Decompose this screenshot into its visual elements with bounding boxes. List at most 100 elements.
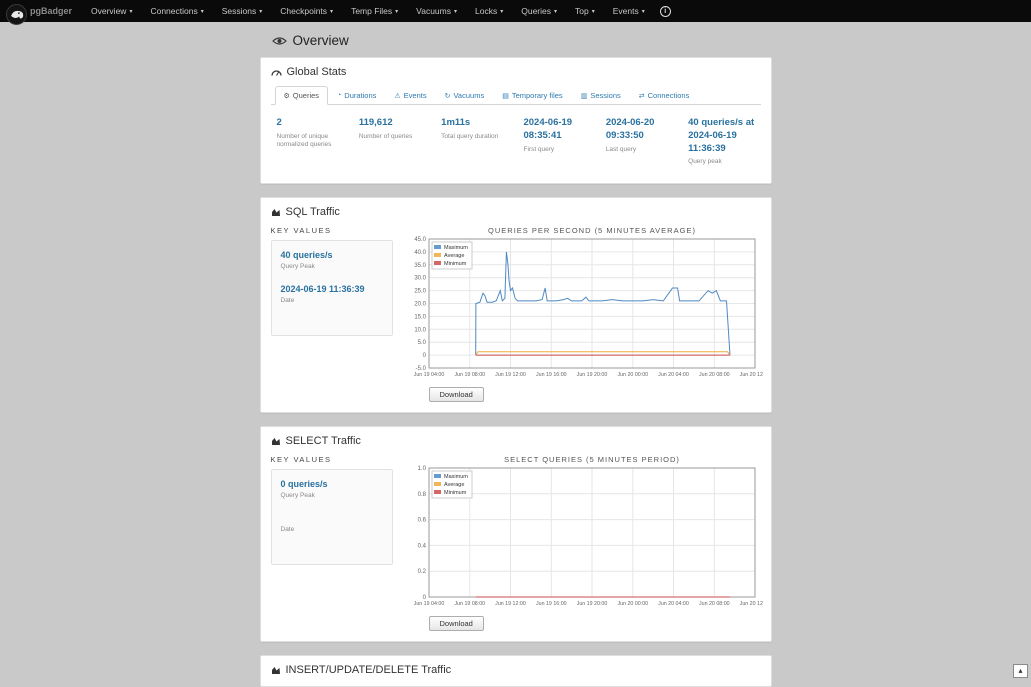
- nav-item-events[interactable]: Events ▾: [604, 0, 654, 22]
- chevron-down-icon: ▾: [201, 8, 204, 15]
- panel-select-traffic: SELECT Traffic KEY VALUES 0 queries/s Qu…: [260, 426, 772, 642]
- area-chart-icon: [271, 207, 281, 217]
- nav-item-label: Temp Files: [351, 6, 392, 16]
- nav-item-connections[interactable]: Connections ▾: [141, 0, 212, 22]
- panel-title: SELECT Traffic: [286, 435, 361, 447]
- tab-sessions[interactable]: ▥ Sessions: [572, 86, 630, 105]
- nav-item-locks[interactable]: Locks ▾: [466, 0, 512, 22]
- info-icon[interactable]: i: [660, 6, 671, 17]
- tab-label: Connections: [648, 91, 690, 100]
- stat-number-of-queries: 119,612 Number of queries: [359, 117, 427, 167]
- nav-item-queries[interactable]: Queries ▾: [512, 0, 566, 22]
- stat-label: First query: [523, 146, 591, 154]
- tab-label: Sessions: [590, 91, 620, 100]
- svg-text:Jun 19 12:00: Jun 19 12:00: [495, 601, 526, 607]
- svg-text:Maximum: Maximum: [444, 474, 468, 480]
- eye-icon: [272, 36, 287, 46]
- tab-connections[interactable]: ⇄ Connections: [630, 86, 699, 105]
- brand-link[interactable]: pgBadger: [6, 0, 72, 25]
- stat-value: 40 queries/s at 2024-06-19 11:36:39: [688, 117, 756, 155]
- svg-text:Jun 19 20:00: Jun 19 20:00: [576, 372, 607, 378]
- chevron-down-icon: ▾: [330, 8, 333, 15]
- sql-traffic-key-values: KEY VALUES 40 queries/s Query Peak 2024-…: [271, 224, 393, 402]
- tab-queries[interactable]: ⚙ Queries: [275, 86, 329, 105]
- kv-label-date: Date: [281, 526, 383, 533]
- panel-title: INSERT/UPDATE/DELETE Traffic: [286, 664, 452, 676]
- page-title: Overview: [272, 33, 772, 48]
- select-traffic-body: KEY VALUES 0 queries/s Query Peak Date S…: [271, 453, 761, 631]
- svg-text:SELECT QUERIES (5 MINUTES PERI: SELECT QUERIES (5 MINUTES PERIOD): [504, 455, 680, 464]
- tab-durations[interactable]: ◔ Durations: [328, 86, 385, 105]
- tab-label: Queries: [293, 91, 319, 100]
- nav-item-sessions[interactable]: Sessions ▾: [213, 0, 272, 22]
- nav-item-vacuums[interactable]: Vacuums ▾: [407, 0, 466, 22]
- stat-label: Last query: [606, 146, 674, 154]
- svg-text:Jun 19 08:00: Jun 19 08:00: [454, 372, 485, 378]
- svg-text:45.0: 45.0: [414, 237, 426, 243]
- chevron-down-icon: ▾: [642, 8, 645, 15]
- svg-text:Average: Average: [444, 253, 464, 259]
- nav-item-label: Vacuums: [416, 6, 451, 16]
- sql-traffic-header: SQL Traffic: [271, 206, 761, 218]
- nav-item-top[interactable]: Top ▾: [566, 0, 604, 22]
- key-values-heading: KEY VALUES: [271, 226, 393, 235]
- stat-first-query: 2024-06-19 08:35:41 First query: [523, 117, 591, 167]
- kv-value-query-peak: 40 queries/s: [281, 250, 383, 260]
- area-chart-icon: [271, 665, 281, 675]
- svg-text:QUERIES PER SECOND (5 MINUTES: QUERIES PER SECOND (5 MINUTES AVERAGE): [488, 226, 696, 235]
- sql-traffic-body: KEY VALUES 40 queries/s Query Peak 2024-…: [271, 224, 761, 402]
- gear-icon: ⚙: [284, 92, 290, 100]
- select-traffic-chart-column: SELECT QUERIES (5 MINUTES PERIOD)1.00.80…: [403, 453, 763, 631]
- chevron-down-icon: ▾: [500, 8, 503, 15]
- svg-text:Jun 19 20:00: Jun 19 20:00: [576, 601, 607, 607]
- svg-text:Maximum: Maximum: [444, 245, 468, 251]
- pgbadger-logo-icon: [6, 4, 27, 25]
- content-column: Overview Global Stats ⚙ Queries ◔ Durati…: [260, 33, 772, 687]
- stat-label: Number of queries: [359, 133, 427, 141]
- stat-value: 1m11s: [441, 117, 509, 130]
- nav-item-checkpoints[interactable]: Checkpoints ▾: [271, 0, 342, 22]
- brand-label: pgBadger: [30, 6, 72, 16]
- tab-vacuums[interactable]: ↻ Vacuums: [436, 86, 494, 105]
- sql-traffic-chart: QUERIES PER SECOND (5 MINUTES AVERAGE) 45…: [403, 224, 763, 384]
- nav-item-overview[interactable]: Overview ▾: [82, 0, 141, 22]
- tab-temporary-files[interactable]: ▤ Temporary files: [493, 86, 571, 105]
- svg-text:Jun 20 04:00: Jun 20 04:00: [658, 601, 689, 607]
- svg-text:Jun 20 04:00: Jun 20 04:00: [658, 372, 689, 378]
- svg-text:Jun 20 00:00: Jun 20 00:00: [617, 372, 648, 378]
- scroll-to-top-button[interactable]: ▴: [1013, 664, 1028, 678]
- kv-label-query-peak: Query Peak: [281, 492, 383, 499]
- nav-item-label: Connections: [150, 6, 197, 16]
- svg-text:0.2: 0.2: [417, 569, 426, 575]
- svg-text:Jun 20 08:00: Jun 20 08:00: [698, 372, 729, 378]
- download-button[interactable]: Download: [429, 616, 484, 631]
- select-traffic-key-values: KEY VALUES 0 queries/s Query Peak Date: [271, 453, 393, 631]
- tab-label: Temporary files: [512, 91, 563, 100]
- svg-text:0.4: 0.4: [417, 543, 426, 549]
- kv-label-date: Date: [281, 297, 383, 304]
- svg-text:0.6: 0.6: [417, 517, 426, 523]
- chevron-down-icon: ▾: [592, 8, 595, 15]
- kv-value-query-peak: 0 queries/s: [281, 479, 383, 489]
- nav-item-label: Queries: [521, 6, 551, 16]
- svg-text:40.0: 40.0: [414, 250, 426, 256]
- svg-text:25.0: 25.0: [414, 288, 426, 294]
- nav-item-temp-files[interactable]: Temp Files ▾: [342, 0, 407, 22]
- tab-label: Durations: [344, 91, 376, 100]
- tab-label: Vacuums: [453, 91, 484, 100]
- select-traffic-header: SELECT Traffic: [271, 435, 761, 447]
- stat-value: 2024-06-19 08:35:41: [523, 117, 591, 143]
- chevron-down-icon: ▾: [554, 8, 557, 15]
- chevron-down-icon: ▾: [129, 8, 132, 15]
- download-button[interactable]: Download: [429, 387, 484, 402]
- nav-item-label: Locks: [475, 6, 497, 16]
- svg-text:Average: Average: [444, 482, 464, 488]
- svg-text:35.0: 35.0: [414, 263, 426, 269]
- tab-events[interactable]: ⚠ Events: [385, 86, 435, 105]
- stat-label: Query peak: [688, 158, 756, 166]
- dashboard-icon: [271, 67, 282, 77]
- stat-last-query: 2024-06-20 09:33:50 Last query: [606, 117, 674, 167]
- svg-text:1.0: 1.0: [417, 466, 426, 472]
- stat-unique-normalized-queries: 2 Number of unique normalized queries: [277, 117, 345, 167]
- page-title-label: Overview: [293, 33, 349, 48]
